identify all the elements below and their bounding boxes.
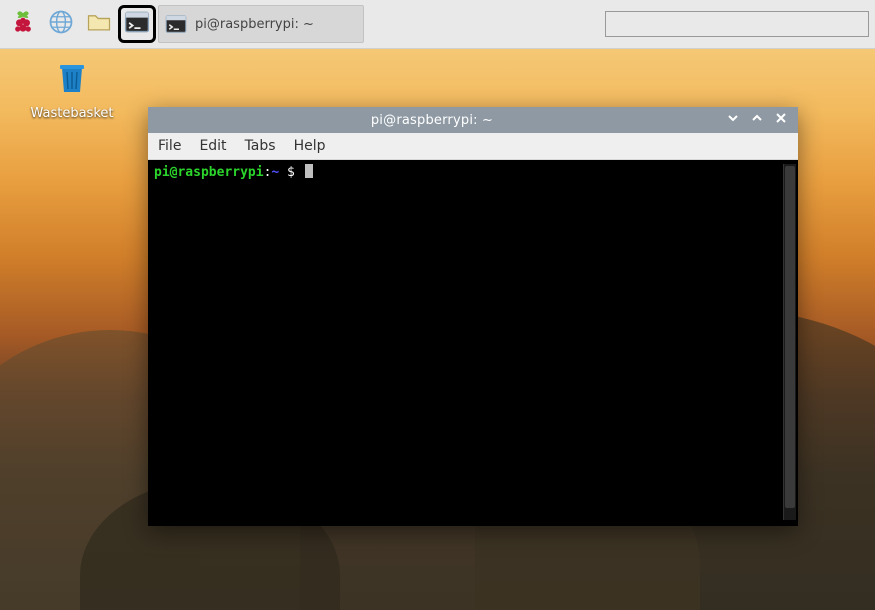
desktop[interactable]: pi@raspberrypi: ~ Wastebasket pi@raspber… bbox=[0, 0, 875, 610]
prompt-userhost: pi@raspberrypi bbox=[154, 165, 264, 180]
desktop-icon-wastebasket[interactable]: Wastebasket bbox=[30, 58, 114, 121]
browser-button[interactable] bbox=[44, 7, 78, 41]
scrollbar-thumb[interactable] bbox=[785, 166, 795, 508]
terminal-icon bbox=[163, 11, 189, 37]
desktop-icon-label: Wastebasket bbox=[30, 106, 113, 121]
terminal-icon bbox=[123, 8, 151, 40]
close-button[interactable] bbox=[774, 113, 788, 127]
window-controls bbox=[716, 113, 798, 127]
window-title: pi@raspberrypi: ~ bbox=[148, 113, 716, 128]
file-manager-button[interactable] bbox=[82, 7, 116, 41]
terminal-scrollbar[interactable] bbox=[783, 164, 796, 520]
taskbar-window-button[interactable]: pi@raspberrypi: ~ bbox=[158, 5, 364, 43]
taskbar: pi@raspberrypi: ~ bbox=[0, 0, 875, 49]
maximize-button[interactable] bbox=[750, 113, 764, 127]
chevron-up-icon bbox=[751, 112, 763, 128]
raspberry-icon bbox=[9, 8, 37, 40]
menu-help[interactable]: Help bbox=[294, 138, 326, 154]
cursor-icon bbox=[305, 164, 313, 178]
prompt-end: $ bbox=[279, 165, 302, 180]
terminal-output[interactable]: pi@raspberrypi:~ $ bbox=[154, 164, 796, 520]
folder-icon bbox=[85, 8, 113, 40]
menu-tabs[interactable]: Tabs bbox=[245, 138, 276, 154]
terminal-launcher-button[interactable] bbox=[120, 7, 154, 41]
menu-file[interactable]: File bbox=[158, 138, 181, 154]
menu-bar: File Edit Tabs Help bbox=[148, 133, 798, 160]
taskbar-window-label: pi@raspberrypi: ~ bbox=[195, 17, 314, 32]
terminal-area[interactable]: pi@raspberrypi:~ $ bbox=[148, 160, 798, 526]
system-tray[interactable] bbox=[605, 11, 869, 37]
minimize-button[interactable] bbox=[726, 113, 740, 127]
menu-button[interactable] bbox=[6, 7, 40, 41]
menu-edit[interactable]: Edit bbox=[199, 138, 226, 154]
window-titlebar[interactable]: pi@raspberrypi: ~ bbox=[148, 107, 798, 133]
globe-icon bbox=[47, 8, 75, 40]
close-icon bbox=[775, 112, 787, 128]
terminal-window: pi@raspberrypi: ~ bbox=[148, 107, 798, 526]
chevron-down-icon bbox=[727, 112, 739, 128]
trash-icon bbox=[52, 58, 92, 102]
